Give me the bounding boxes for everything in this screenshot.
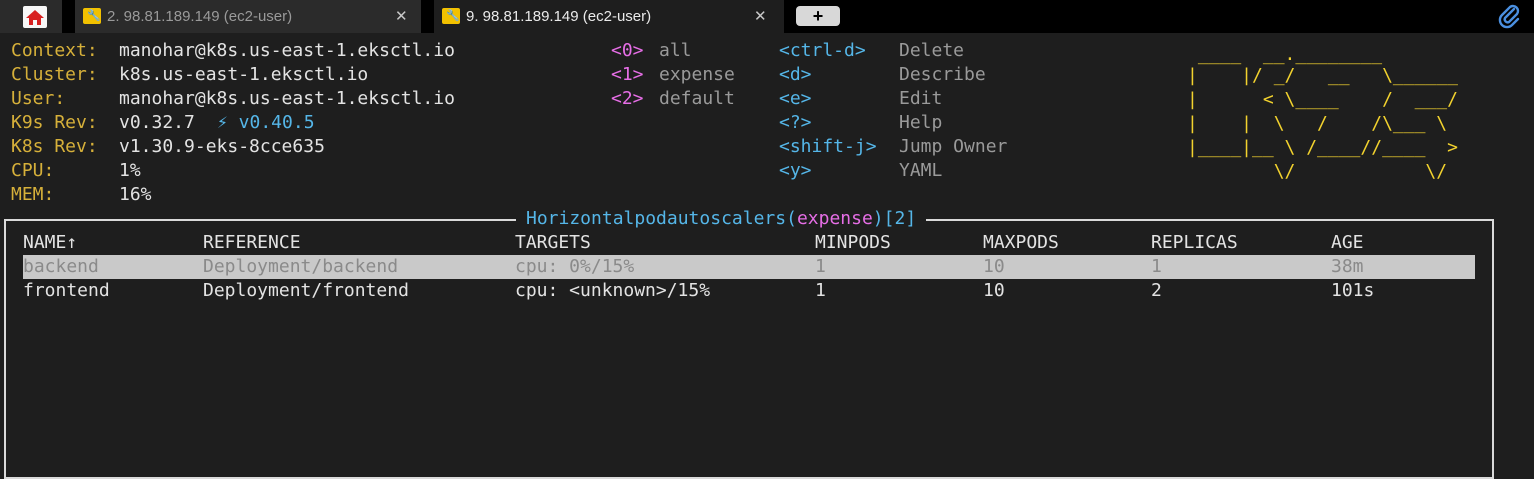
shortcut-action[interactable]: Jump Owner bbox=[899, 135, 1007, 159]
shortcut-action[interactable]: YAML bbox=[899, 159, 942, 183]
home-icon bbox=[23, 6, 47, 28]
cell-targets: cpu: 0%/15% bbox=[515, 256, 635, 277]
tab-session-9-close-icon[interactable]: ✕ bbox=[754, 0, 767, 33]
column-header-targets[interactable]: TARGETS bbox=[515, 231, 591, 255]
shortcut-action[interactable]: Edit bbox=[899, 87, 942, 111]
cell-age: 101s bbox=[1331, 280, 1375, 301]
k9s-upgrade-version: ⚡ v0.40.5 bbox=[217, 112, 315, 133]
shortcut-key[interactable]: <shift-j> bbox=[779, 135, 877, 159]
shortcut-key[interactable]: <ctrl-d> bbox=[779, 39, 866, 63]
column-header-age[interactable]: AGE bbox=[1331, 231, 1364, 255]
tab-session-2-label: 2. 98.81.189.149 (ec2-user) bbox=[107, 8, 293, 25]
cell-name: backend bbox=[23, 256, 99, 277]
logo-line: | |/ _/ __ \______ bbox=[1187, 65, 1458, 86]
cpu-value: 1% bbox=[119, 160, 141, 181]
column-header-name[interactable]: NAME↑ bbox=[23, 231, 77, 255]
cell-minpods: 1 bbox=[815, 256, 826, 277]
namespace-key[interactable]: <2> bbox=[611, 87, 644, 111]
logo-line: \/ \/ bbox=[1187, 161, 1458, 182]
cell-minpods: 1 bbox=[815, 280, 826, 301]
home-tab[interactable] bbox=[0, 0, 62, 33]
table-title-resource: Horizontalpodautoscalers bbox=[526, 208, 787, 229]
paren-close: ) bbox=[872, 208, 884, 229]
shortcut-action[interactable]: Delete bbox=[899, 39, 964, 63]
cell-replicas: 2 bbox=[1151, 280, 1162, 301]
cell-maxpods: 10 bbox=[983, 256, 1005, 277]
namespace-key[interactable]: <1> bbox=[611, 63, 644, 87]
table-title: Horizontalpodautoscalers(expense)[2] bbox=[516, 207, 927, 231]
namespace-name[interactable]: default bbox=[659, 87, 735, 111]
mem-value: 16% bbox=[119, 184, 152, 205]
logo-line: | < \____ / ___/ bbox=[1187, 89, 1458, 110]
tab-session-2-close-icon[interactable]: ✕ bbox=[395, 0, 408, 33]
cluster-value: k8s.us-east-1.eksctl.io bbox=[119, 64, 369, 85]
k9s-rev-label: K9s Rev: bbox=[11, 112, 98, 133]
key-icon: 🔧 bbox=[83, 8, 101, 24]
cell-reference: Deployment/frontend bbox=[203, 280, 409, 301]
tab-session-2[interactable]: 🔧 2. 98.81.189.149 (ec2-user) ✕ bbox=[75, 0, 421, 33]
tab-session-9[interactable]: 🔧 9. 98.81.189.149 (ec2-user) ✕ bbox=[434, 0, 784, 33]
k8s-rev-value: v1.30.9-eks-8cce635 bbox=[119, 136, 325, 157]
k9s-rev-value: v0.32.7 bbox=[119, 112, 195, 133]
cell-reference: Deployment/backend bbox=[203, 256, 399, 277]
cell-maxpods: 10 bbox=[983, 280, 1005, 301]
shortcut-key[interactable]: <?> bbox=[779, 111, 812, 135]
user-label: User: bbox=[11, 88, 66, 109]
namespace-key[interactable]: <0> bbox=[611, 39, 644, 63]
cpu-label: CPU: bbox=[11, 160, 55, 181]
user-value: manohar@k8s.us-east-1.eksctl.io bbox=[119, 88, 455, 109]
mem-label: MEM: bbox=[11, 184, 55, 205]
paperclip-icon[interactable] bbox=[1496, 3, 1522, 29]
logo-line: | | \ / /\___ \ bbox=[1187, 113, 1458, 134]
namespace-name[interactable]: all bbox=[659, 39, 692, 63]
k8s-rev-label: K8s Rev: bbox=[11, 136, 98, 157]
key-icon: 🔧 bbox=[442, 8, 460, 24]
tab-bar: 🔧 2. 98.81.189.149 (ec2-user) ✕ 🔧 9. 98.… bbox=[0, 0, 1534, 33]
context-label: Context: bbox=[11, 40, 98, 61]
cluster-label: Cluster: bbox=[11, 64, 98, 85]
paren-open: ( bbox=[786, 208, 797, 229]
cell-name: frontend bbox=[23, 280, 110, 301]
tab-session-9-label: 9. 98.81.189.149 (ec2-user) bbox=[466, 8, 652, 25]
context-value: manohar@k8s.us-east-1.eksctl.io bbox=[119, 40, 455, 61]
shortcut-action[interactable]: Describe bbox=[899, 63, 986, 87]
logo-line: |____|__ \ /____//____ > bbox=[1187, 137, 1458, 158]
column-header-replicas[interactable]: REPLICAS bbox=[1151, 231, 1238, 255]
shortcut-key[interactable]: <y> bbox=[779, 159, 812, 183]
new-tab-button[interactable]: + bbox=[796, 6, 840, 26]
shortcut-key[interactable]: <d> bbox=[779, 63, 812, 87]
cell-targets: cpu: <unknown>/15% bbox=[515, 280, 711, 301]
namespace-name[interactable]: expense bbox=[659, 63, 735, 87]
shortcut-key[interactable]: <e> bbox=[779, 87, 812, 111]
cell-replicas: 1 bbox=[1151, 256, 1162, 277]
column-header-reference[interactable]: REFERENCE bbox=[203, 231, 301, 255]
shortcut-action[interactable]: Help bbox=[899, 111, 942, 135]
column-header-maxpods[interactable]: MAXPODS bbox=[983, 231, 1059, 255]
column-header-minpods[interactable]: MINPODS bbox=[815, 231, 891, 255]
table-title-namespace: expense bbox=[796, 208, 873, 229]
table-title-count: [2] bbox=[883, 208, 917, 229]
cell-age: 38m bbox=[1331, 256, 1364, 277]
